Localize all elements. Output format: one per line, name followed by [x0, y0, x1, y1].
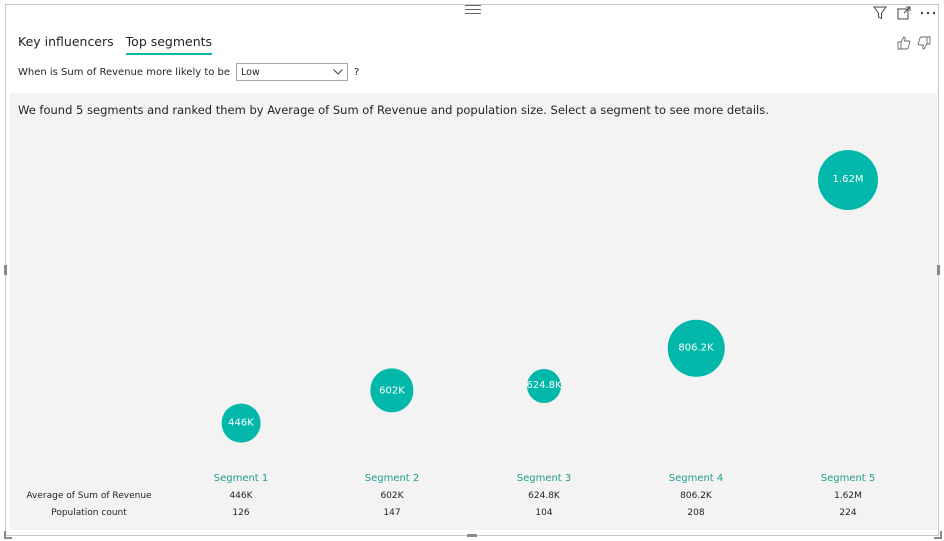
question-label: When is Sum of Revenue more likely to be — [18, 66, 231, 78]
more-options-icon[interactable] — [920, 5, 936, 21]
segment-avg-revenue: 806.2K — [680, 491, 712, 501]
drag-handle[interactable] — [465, 5, 481, 14]
metric-label-population: Population count — [51, 508, 127, 518]
resize-handle-right[interactable] — [937, 265, 940, 275]
segment-name[interactable]: Segment 5 — [821, 473, 876, 484]
value-dropdown[interactable]: Low — [236, 63, 349, 81]
feedback-buttons — [896, 35, 932, 51]
segment-name[interactable]: Segment 4 — [669, 473, 724, 484]
segment-avg-revenue: 446K — [229, 491, 253, 501]
segment-population: 208 — [687, 508, 705, 518]
segment-bubble[interactable]: 806.2K — [667, 319, 725, 377]
resize-handle-bottom[interactable] — [467, 534, 477, 537]
segment-name[interactable]: Segment 2 — [365, 473, 420, 484]
resize-corner-bottom-left[interactable] — [4, 531, 12, 539]
segment-avg-revenue: 624.8K — [528, 491, 560, 501]
visual-header — [872, 5, 936, 21]
dropdown-selected-value: Low — [241, 66, 260, 78]
tab-key-influencers[interactable]: Key influencers — [18, 34, 114, 55]
focus-mode-icon[interactable] — [896, 5, 912, 21]
segment-bubble[interactable]: 602K — [370, 368, 414, 413]
thumbs-up-icon[interactable] — [896, 35, 912, 51]
segment-population: 126 — [232, 508, 250, 518]
tab-top-segments[interactable]: Top segments — [125, 34, 213, 55]
segment-population: 147 — [383, 508, 401, 518]
tab-bar: Key influencers Top segments — [18, 34, 213, 55]
summary-text: We found 5 segments and ranked them by A… — [18, 103, 769, 117]
help-icon[interactable]: ? — [354, 67, 359, 78]
chevron-down-icon — [333, 67, 343, 78]
metric-label-avg-revenue: Average of Sum of Revenue — [26, 491, 152, 501]
segment-name[interactable]: Segment 1 — [214, 473, 269, 484]
segment-avg-revenue: 602K — [380, 491, 404, 501]
segment-bubble[interactable]: 446K — [221, 403, 261, 443]
segment-bubble[interactable]: 1.62M — [818, 149, 878, 210]
resize-corner-bottom-right[interactable] — [934, 531, 942, 539]
segments-panel: We found 5 segments and ranked them by A… — [10, 93, 937, 530]
segment-name[interactable]: Segment 3 — [517, 473, 572, 484]
segment-population: 224 — [839, 508, 857, 518]
resize-handle-left[interactable] — [4, 265, 7, 275]
question-row: When is Sum of Revenue more likely to be… — [18, 63, 359, 81]
segment-bubble[interactable]: 624.8K — [526, 368, 562, 403]
filter-icon[interactable] — [872, 5, 888, 21]
segment-avg-revenue: 1.62M — [834, 491, 862, 501]
thumbs-down-icon[interactable] — [916, 35, 932, 51]
segment-population: 104 — [535, 508, 553, 518]
